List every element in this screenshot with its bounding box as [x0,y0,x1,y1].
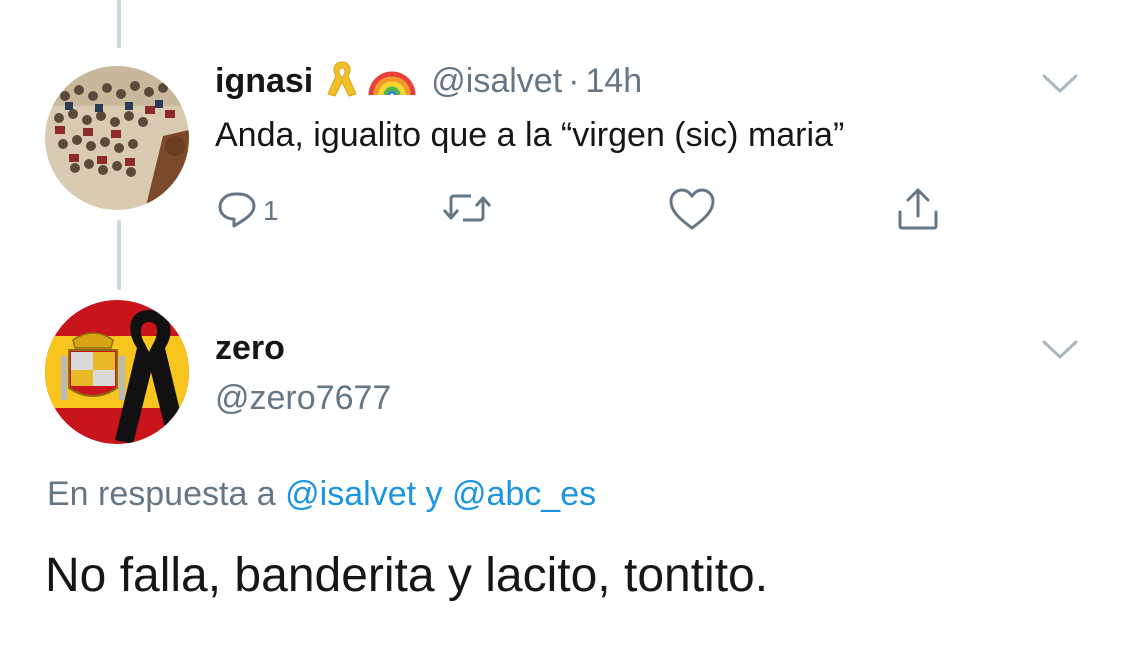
avatar-ignasi[interactable] [45,66,189,210]
reply-button[interactable]: 1 [215,186,279,235]
mention-isalvet[interactable]: @isalvet [285,475,416,513]
thread-line-top [117,0,121,48]
reply-context-prefix: En respuesta a [47,475,276,513]
avatar-zero[interactable] [45,300,189,444]
heart-icon [667,186,717,237]
retweet-icon [441,186,493,235]
reply-tweet-text: Anda, igualito que a la “virgen (sic) ma… [215,116,845,154]
handle-isalvet[interactable]: @isalvet [431,62,562,101]
main-tweet-handle-row: @zero7677 [215,376,391,420]
retweet-button[interactable] [441,186,497,235]
reply-icon [215,186,259,235]
main-tweet-text: No falla, banderita y lacito, tontito. [45,549,769,602]
thread-line-middle [117,220,121,290]
rainbow-icon [367,59,417,104]
share-button[interactable] [895,186,941,237]
reply-tweet-chevron-down-icon[interactable] [1040,72,1080,101]
main-tweet-chevron-down-icon[interactable] [1040,338,1080,367]
display-name-ignasi[interactable]: ignasi [215,62,313,101]
timestamp[interactable]: 14h [585,62,642,101]
like-button[interactable] [667,186,721,237]
mention-abc-es[interactable]: @abc_es [452,475,596,513]
header-separator: · [568,61,580,100]
reply-tweet-actions: 1 [215,186,955,236]
yellow-ribbon-icon [325,58,359,105]
main-tweet-name: zero [215,326,285,370]
share-icon [895,186,941,237]
reply-count: 1 [263,194,279,226]
reply-tweet-header: ignasi @isalvet · 14h [215,58,642,104]
reply-context: En respuesta a @isalvet y @abc_es [47,475,596,514]
reply-context-connector: y [425,475,443,513]
display-name-zero[interactable]: zero [215,329,285,368]
handle-zero7677[interactable]: @zero7677 [215,379,391,418]
